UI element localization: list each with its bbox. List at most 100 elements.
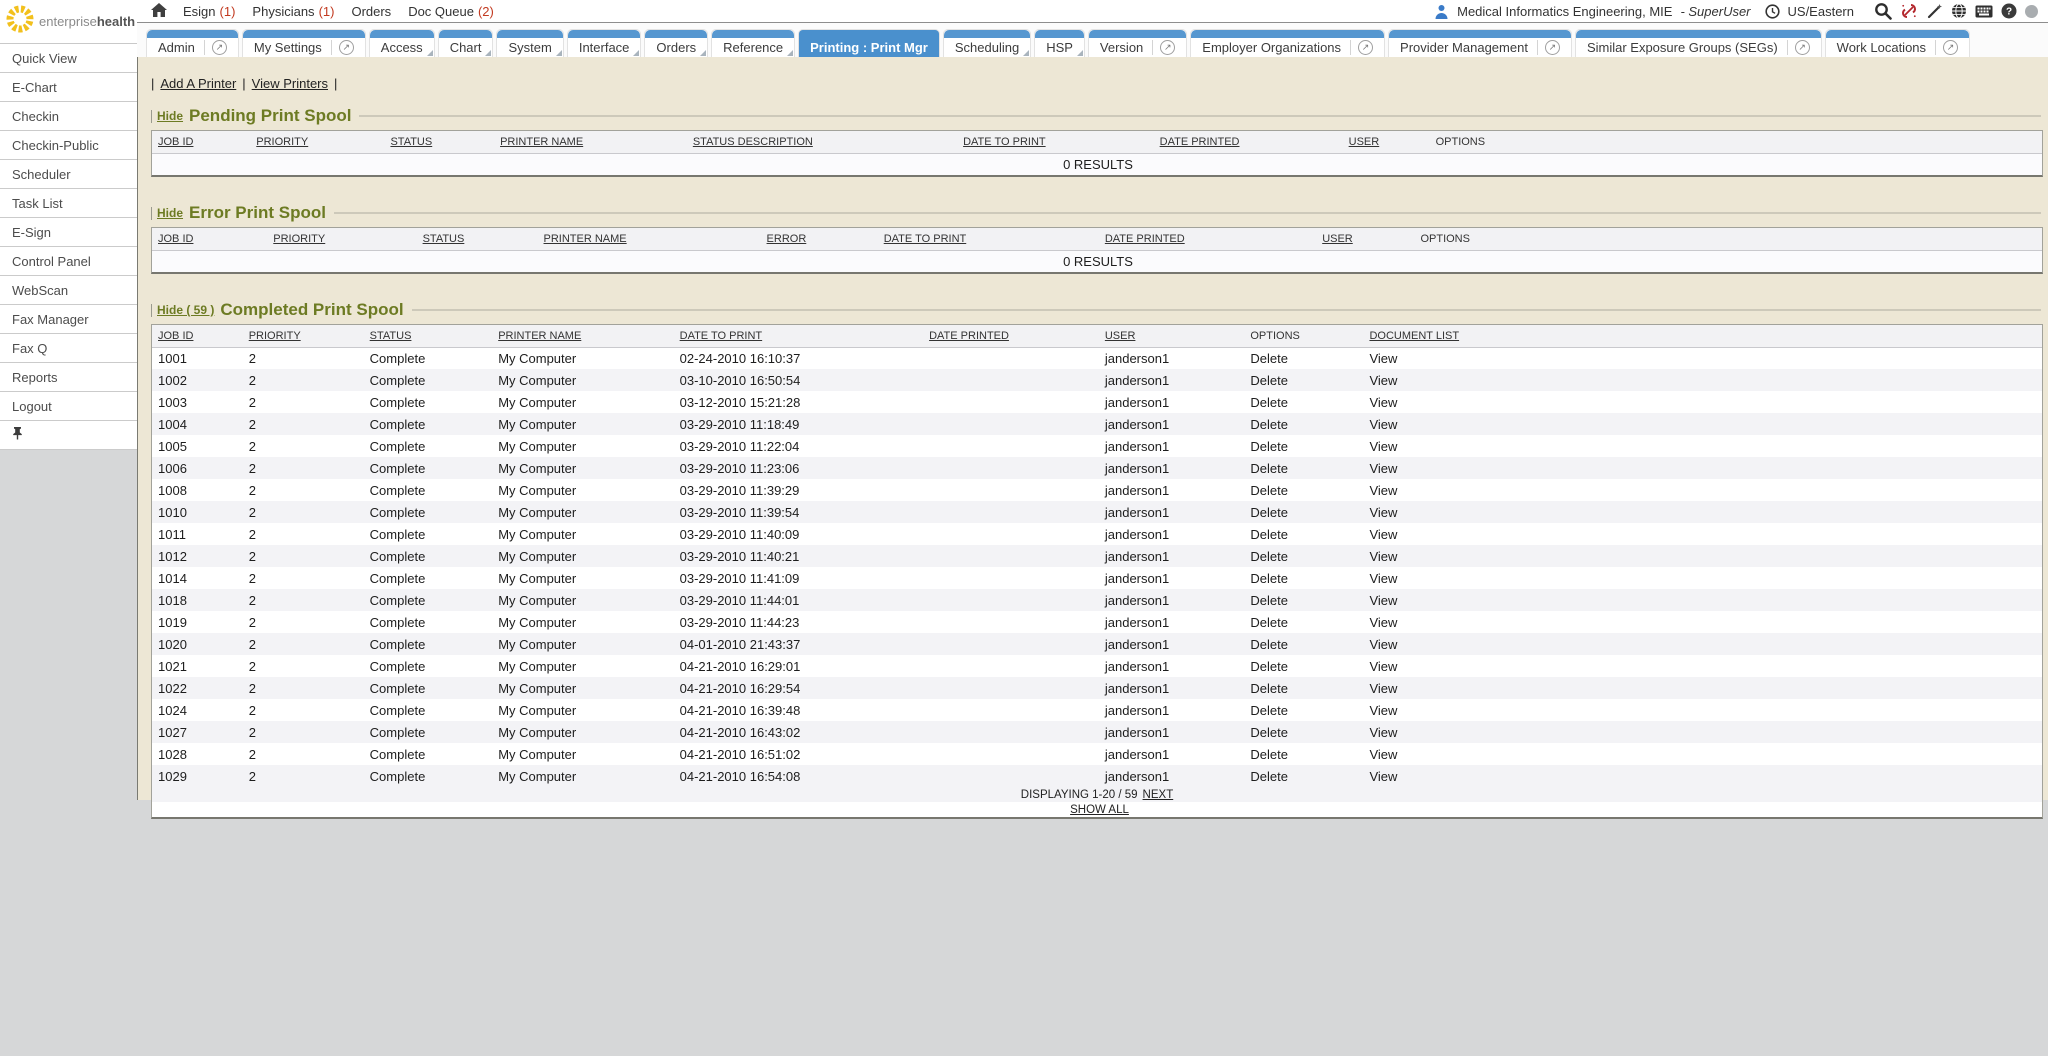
cell-options[interactable]: Delete [1244, 589, 1363, 611]
column-header-label[interactable]: STATUS [423, 233, 465, 245]
tab-scheduling[interactable]: Scheduling [943, 29, 1031, 57]
sidebar-item-scheduler[interactable]: Scheduler [0, 160, 137, 189]
tab-reference[interactable]: Reference [711, 29, 795, 57]
tab-employer-organizations[interactable]: Employer Organizations↗ [1190, 29, 1385, 57]
sidebar-item-e-sign[interactable]: E-Sign [0, 218, 137, 247]
cell-document[interactable]: View [1363, 677, 2042, 699]
cell-options[interactable]: Delete [1244, 347, 1363, 369]
tab-printing-print-mgr[interactable]: Printing : Print Mgr [798, 29, 940, 57]
cell-options[interactable]: Delete [1244, 743, 1363, 765]
tab-provider-management[interactable]: Provider Management↗ [1388, 29, 1572, 57]
column-header-label[interactable]: ERROR [767, 233, 807, 245]
home-icon[interactable] [151, 3, 167, 20]
column-header-label[interactable]: DATE TO PRINT [963, 136, 1046, 148]
external-link-icon[interactable]: ↗ [1795, 40, 1810, 55]
column-header-label[interactable]: DOCUMENT LIST [1369, 330, 1459, 342]
cell-document[interactable]: View [1363, 699, 2042, 721]
sidebar-item-reports[interactable]: Reports [0, 363, 137, 392]
keyboard-icon[interactable] [1975, 5, 1993, 18]
column-header-label[interactable]: STATUS [370, 330, 412, 342]
cell-document[interactable]: View [1363, 721, 2042, 743]
tab-version[interactable]: Version↗ [1088, 29, 1187, 57]
cell-document[interactable]: View [1363, 347, 2042, 369]
column-header-label[interactable]: JOB ID [158, 136, 193, 148]
cell-options[interactable]: Delete [1244, 567, 1363, 589]
sidebar-item-fax-manager[interactable]: Fax Manager [0, 305, 137, 334]
top-nav-link-doc-queue[interactable]: Doc Queue(2) [408, 4, 494, 19]
sidebar-item-checkin[interactable]: Checkin [0, 102, 137, 131]
pin-icon[interactable] [12, 421, 23, 450]
column-header-label[interactable]: PRINTER NAME [500, 136, 583, 148]
hide-completed-spool-link[interactable]: Hide ( 59 ) [157, 303, 214, 317]
cell-options[interactable]: Delete [1244, 545, 1363, 567]
disconnect-icon[interactable] [1900, 2, 1918, 20]
hide-pending-spool-link[interactable]: Hide [157, 109, 183, 123]
sidebar-item-control-panel[interactable]: Control Panel [0, 247, 137, 276]
sidebar-item-task-list[interactable]: Task List [0, 189, 137, 218]
column-header-label[interactable]: USER [1349, 136, 1380, 148]
tab-hsp[interactable]: HSP [1034, 29, 1085, 57]
external-link-icon[interactable]: ↗ [1943, 40, 1958, 55]
cell-document[interactable]: View [1363, 589, 2042, 611]
show-all-link[interactable]: SHOW ALL [1070, 804, 1129, 816]
cell-document[interactable]: View [1363, 523, 2042, 545]
column-header-label[interactable]: PRIORITY [273, 233, 325, 245]
column-header-label[interactable]: JOB ID [158, 330, 193, 342]
external-link-icon[interactable]: ↗ [212, 40, 227, 55]
cell-options[interactable]: Delete [1244, 721, 1363, 743]
cell-document[interactable]: View [1363, 391, 2042, 413]
cell-options[interactable]: Delete [1244, 501, 1363, 523]
cell-document[interactable]: View [1363, 633, 2042, 655]
cell-options[interactable]: Delete [1244, 611, 1363, 633]
external-link-icon[interactable]: ↗ [1160, 40, 1175, 55]
column-header-label[interactable]: PRINTER NAME [498, 330, 581, 342]
tab-similar-exposure-groups-segs[interactable]: Similar Exposure Groups (SEGs)↗ [1575, 29, 1822, 57]
sidebar-item-quick-view[interactable]: Quick View [0, 44, 137, 73]
cell-document[interactable]: View [1363, 567, 2042, 589]
cell-document[interactable]: View [1363, 765, 2042, 787]
column-header-label[interactable]: JOB ID [158, 233, 193, 245]
tab-chart[interactable]: Chart [438, 29, 494, 57]
column-header-label[interactable]: PRIORITY [249, 330, 301, 342]
tab-orders[interactable]: Orders [644, 29, 708, 57]
cell-document[interactable]: View [1363, 457, 2042, 479]
external-link-icon[interactable]: ↗ [339, 40, 354, 55]
tab-interface[interactable]: Interface [567, 29, 642, 57]
cell-document[interactable]: View [1363, 655, 2042, 677]
column-header-label[interactable]: DATE TO PRINT [884, 233, 967, 245]
cell-document[interactable]: View [1363, 413, 2042, 435]
top-nav-link-physicians[interactable]: Physicians(1) [252, 4, 334, 19]
cell-document[interactable]: View [1363, 501, 2042, 523]
sidebar-item-e-chart[interactable]: E-Chart [0, 73, 137, 102]
cell-options[interactable]: Delete [1244, 479, 1363, 501]
cell-options[interactable]: Delete [1244, 457, 1363, 479]
column-header-label[interactable]: DATE PRINTED [1160, 136, 1240, 148]
cell-document[interactable]: View [1363, 611, 2042, 633]
cell-options[interactable]: Delete [1244, 369, 1363, 391]
column-header-label[interactable]: DATE PRINTED [1105, 233, 1185, 245]
tab-access[interactable]: Access [369, 29, 435, 57]
cell-options[interactable]: Delete [1244, 699, 1363, 721]
cell-document[interactable]: View [1363, 435, 2042, 457]
cell-options[interactable]: Delete [1244, 391, 1363, 413]
sidebar-pin-row[interactable] [0, 421, 137, 450]
tab-system[interactable]: System [496, 29, 563, 57]
view-printers-link[interactable]: View Printers [252, 76, 328, 91]
cell-options[interactable]: Delete [1244, 677, 1363, 699]
tab-my-settings[interactable]: My Settings↗ [242, 29, 366, 57]
cell-document[interactable]: View [1363, 545, 2042, 567]
sidebar-item-logout[interactable]: Logout [0, 392, 137, 421]
cell-options[interactable]: Delete [1244, 655, 1363, 677]
cell-document[interactable]: View [1363, 743, 2042, 765]
help-icon[interactable]: ? [2001, 3, 2017, 19]
cell-options[interactable]: Delete [1244, 765, 1363, 787]
column-header-label[interactable]: DATE PRINTED [929, 330, 1009, 342]
add-a-printer-link[interactable]: Add A Printer [160, 76, 236, 91]
external-link-icon[interactable]: ↗ [1358, 40, 1373, 55]
search-icon[interactable] [1874, 2, 1892, 20]
sidebar-item-webscan[interactable]: WebScan [0, 276, 137, 305]
column-header-label[interactable]: USER [1105, 330, 1136, 342]
sidebar-item-checkin-public[interactable]: Checkin-Public [0, 131, 137, 160]
tab-work-locations[interactable]: Work Locations↗ [1825, 29, 1970, 57]
top-nav-link-orders[interactable]: Orders [351, 4, 391, 19]
